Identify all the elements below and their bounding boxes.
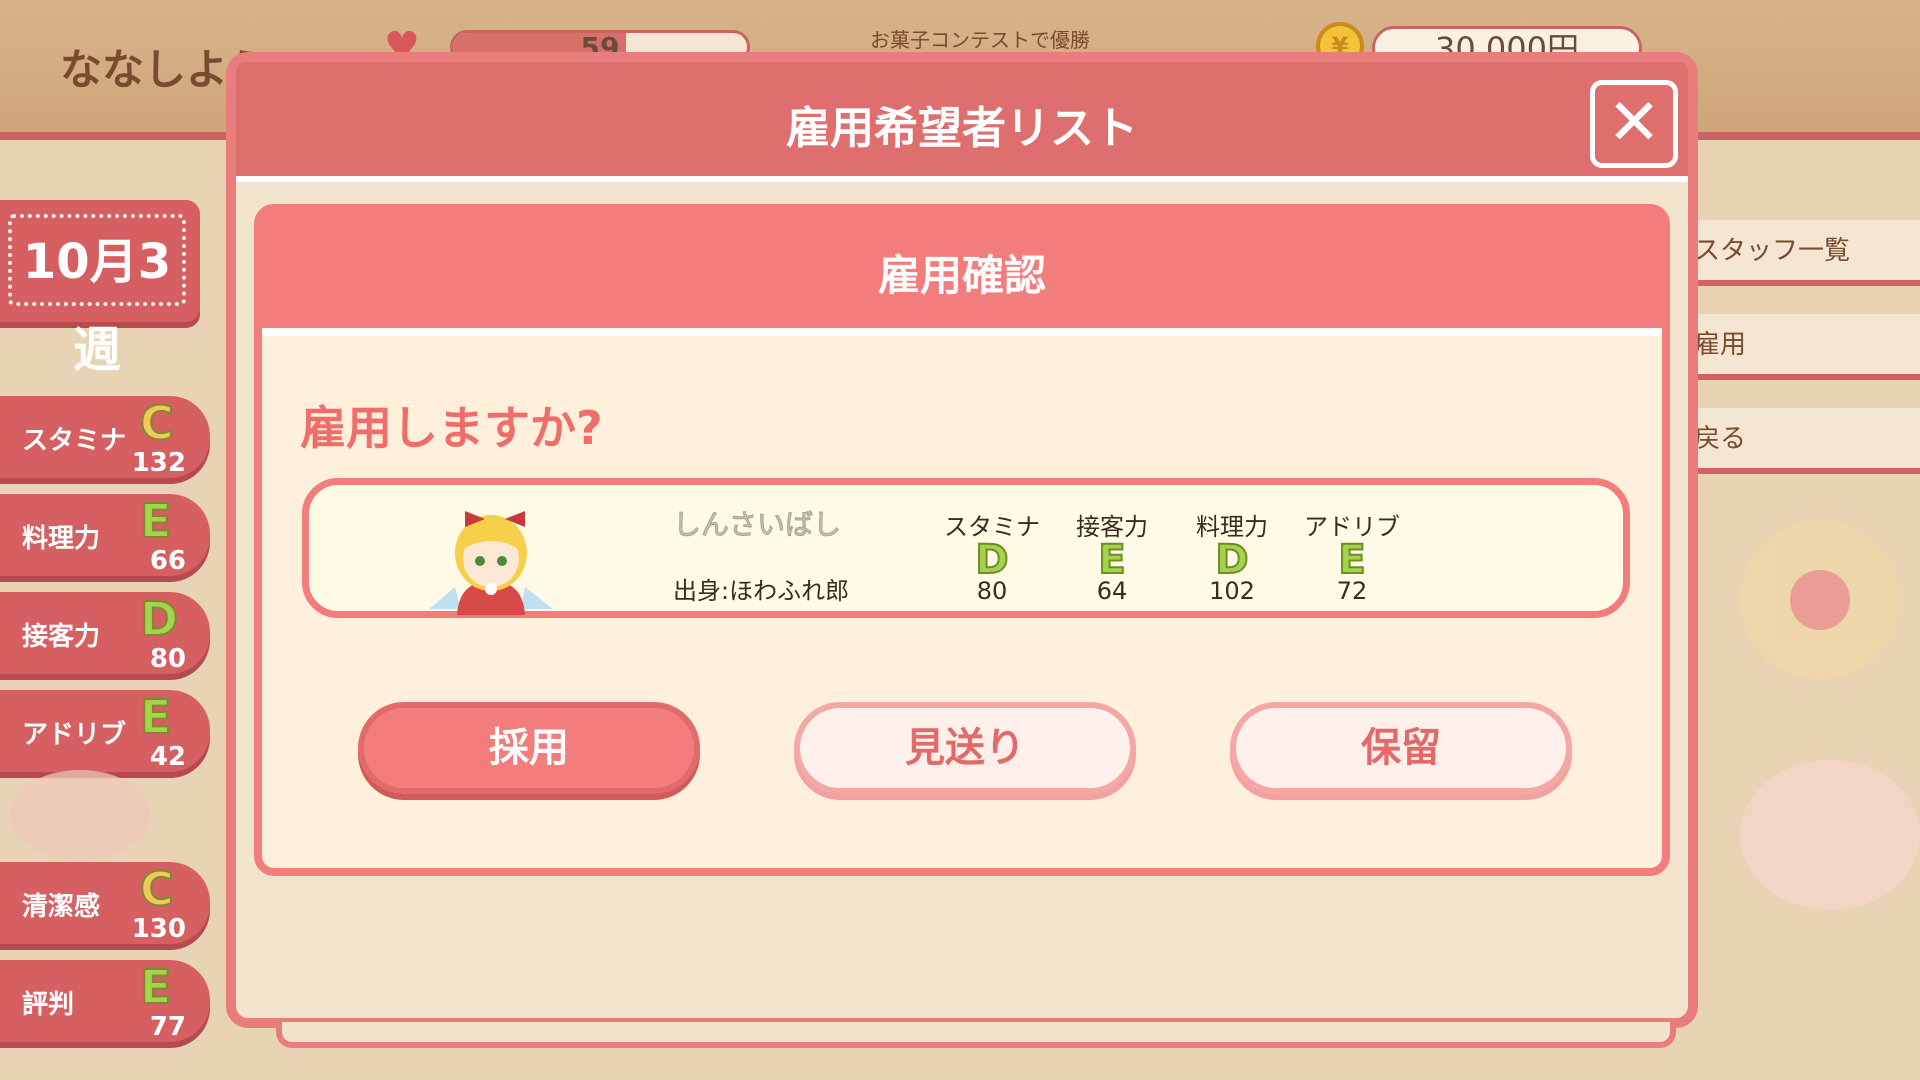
applicant-stat-grade: E	[1097, 537, 1126, 583]
applicant-stat: スタミナ D 80	[937, 507, 1047, 604]
applicant-stat-value: 80	[976, 577, 1008, 605]
applicant-avatar	[429, 511, 553, 615]
stat-label: 料理力	[22, 524, 101, 554]
menu-staff-list[interactable]: スタッフ一覧	[1688, 220, 1920, 286]
applicant-stat: 料理力 D 102	[1177, 507, 1287, 604]
stat-value: 77	[149, 1012, 186, 1042]
applicant-stat-grade: D	[974, 537, 1009, 583]
stat-label: 清潔感	[22, 892, 101, 922]
stat-grade: C	[139, 395, 175, 451]
applicant-stat-value: 64	[1096, 577, 1128, 605]
stat-grade: E	[139, 689, 172, 745]
cookie-decoration	[1740, 520, 1900, 680]
stat-service: 接客力 D 80	[0, 591, 210, 674]
stat-value: 132	[131, 448, 186, 478]
stat-label: 接客力	[22, 622, 101, 652]
stat-value: 66	[149, 546, 186, 576]
stat-grade: E	[139, 959, 172, 1015]
hold-button[interactable]: 保留	[1230, 702, 1572, 794]
modal-footer-stripe	[276, 1022, 1676, 1048]
close-icon: ✕	[1607, 86, 1661, 160]
stat-reputation: 評判 E 77	[0, 959, 210, 1042]
menu-hire[interactable]: 雇用	[1688, 314, 1920, 380]
confirm-header: 雇用確認	[262, 212, 1662, 336]
stat-grade: E	[139, 493, 172, 549]
applicant-stat-value: 102	[1209, 577, 1255, 605]
stat-value: 130	[131, 914, 186, 944]
applicant-name: しんさいばし	[672, 508, 842, 542]
stat-grade: D	[139, 591, 179, 647]
cookie-decoration	[10, 770, 150, 860]
cookie-decoration	[1740, 760, 1920, 910]
stat-grade: C	[139, 861, 175, 917]
stat-value: 42	[149, 742, 186, 772]
applicant-stat: 接客力 E 64	[1057, 507, 1167, 604]
stat-cleanliness: 清潔感 C 130	[0, 861, 210, 944]
goal-text: お菓子コンテストで優勝	[870, 28, 1090, 52]
applicant-stat: アドリブ E 72	[1297, 507, 1407, 604]
applicant-stat-value: 72	[1336, 577, 1368, 605]
stat-label: 評判	[22, 990, 75, 1020]
applicant-card: しんさいばし 出身:ほわふれ郎 スタミナ D 80 接客力 E 64 料理力 D…	[302, 478, 1630, 618]
confirm-title: 雇用確認	[877, 251, 1046, 300]
confirm-question: 雇用しますか?	[300, 401, 603, 455]
close-button[interactable]: ✕	[1590, 80, 1678, 168]
stat-value: 80	[149, 644, 186, 674]
stat-adlib: アドリブ E 42	[0, 689, 210, 772]
hire-button[interactable]: 採用	[358, 702, 700, 794]
applicant-stat-grade: E	[1337, 537, 1366, 583]
applicant-origin: 出身:ほわふれ郎	[673, 577, 850, 605]
stat-stamina: スタミナ C 132	[0, 395, 210, 478]
applicant-stat-grade: D	[1214, 537, 1249, 583]
stat-label: アドリブ	[22, 720, 127, 750]
modal-title: 雇用希望者リスト	[786, 103, 1138, 154]
menu-back[interactable]: 戻る	[1688, 408, 1920, 474]
hire-confirm-dialog: 雇用確認 雇用しますか? しんさいばし 出身:ほわふれ郎 スタミナ D 80 接…	[254, 204, 1670, 876]
modal-header: 雇用希望者リスト ✕	[236, 62, 1688, 182]
cookie-jam	[1790, 570, 1850, 630]
date-tag: 10月3週	[0, 200, 200, 378]
pass-button[interactable]: 見送り	[794, 702, 1136, 794]
stat-cooking: 料理力 E 66	[0, 493, 210, 576]
date-label: 10月3週	[8, 214, 186, 378]
stat-label: スタミナ	[22, 426, 127, 456]
